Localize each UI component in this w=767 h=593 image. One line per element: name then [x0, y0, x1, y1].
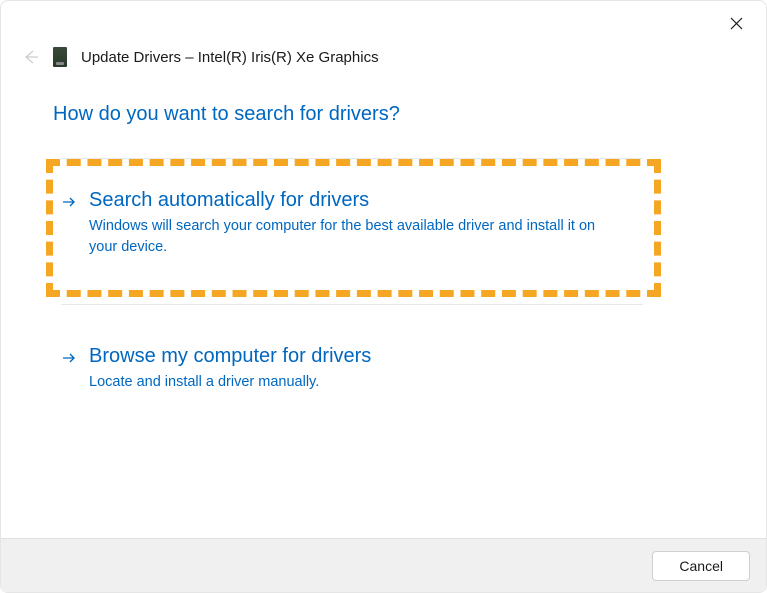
options-list: Search automatically for drivers Windows… — [61, 158, 714, 417]
option-text-group: Search automatically for drivers Windows… — [89, 189, 623, 258]
device-icon — [53, 47, 67, 67]
back-button[interactable] — [23, 49, 39, 65]
option-title: Search automatically for drivers — [89, 189, 623, 212]
arrow-right-icon — [61, 194, 77, 210]
close-icon — [730, 17, 743, 30]
content-area: How do you want to search for drivers? S… — [1, 67, 766, 538]
title-bar — [1, 1, 766, 39]
back-arrow-icon — [23, 49, 39, 65]
option-description: Locate and install a driver manually. — [89, 372, 694, 393]
cancel-button[interactable]: Cancel — [652, 551, 750, 581]
option-browse-computer[interactable]: Browse my computer for drivers Locate an… — [61, 327, 714, 417]
option-title: Browse my computer for drivers — [89, 345, 694, 368]
footer-bar: Cancel — [1, 538, 766, 592]
arrow-right-icon — [61, 350, 77, 366]
page-heading: How do you want to search for drivers? — [53, 103, 714, 126]
close-button[interactable] — [724, 11, 748, 35]
header-row: Update Drivers – Intel(R) Iris(R) Xe Gra… — [1, 39, 766, 67]
update-drivers-window: Update Drivers – Intel(R) Iris(R) Xe Gra… — [0, 0, 767, 593]
option-text-group: Browse my computer for drivers Locate an… — [89, 345, 694, 393]
option-search-automatically[interactable]: Search automatically for drivers Windows… — [61, 158, 643, 305]
window-title: Update Drivers – Intel(R) Iris(R) Xe Gra… — [81, 49, 379, 66]
option-description: Windows will search your computer for th… — [89, 216, 623, 258]
